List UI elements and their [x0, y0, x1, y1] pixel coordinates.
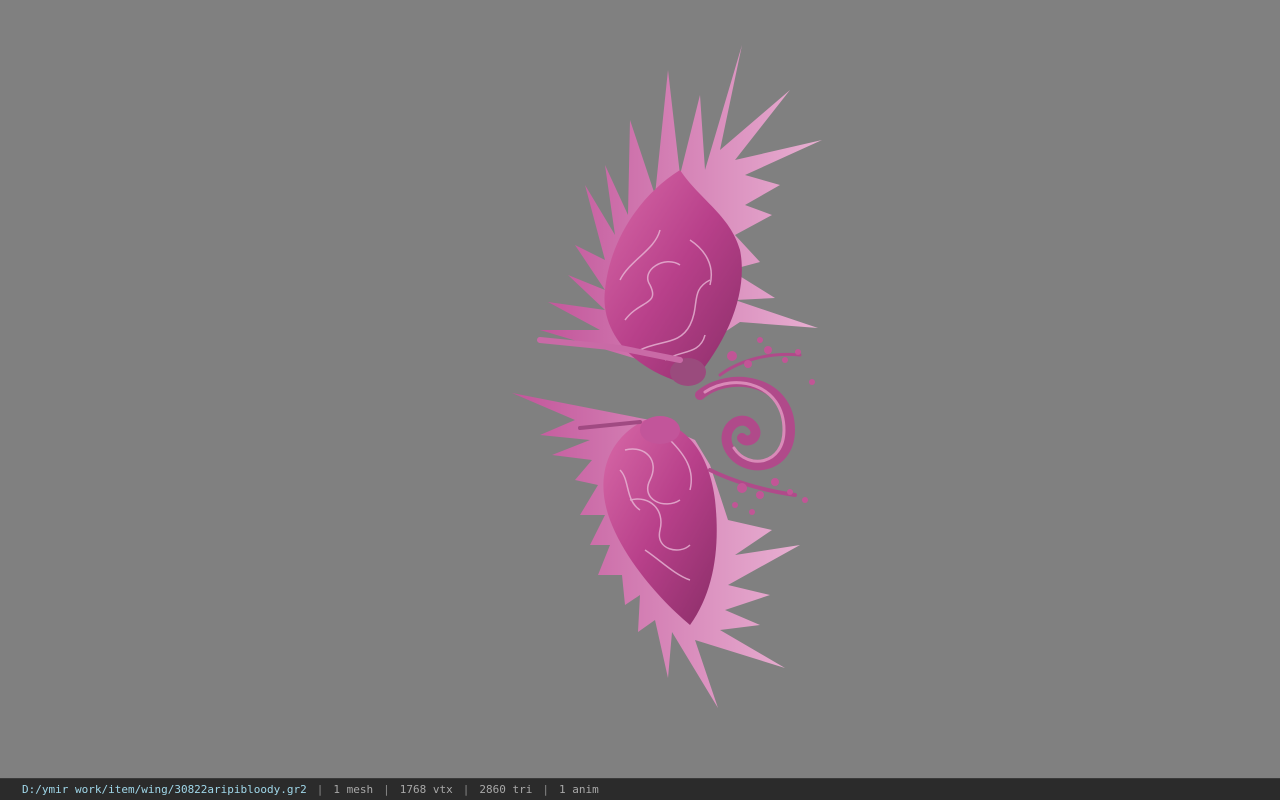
upper-wing — [537, 45, 822, 386]
separator: | — [383, 783, 390, 796]
triangle-count-label: 2860 tri — [479, 783, 533, 796]
mesh-count-label: 1 mesh — [333, 783, 374, 796]
separator: | — [462, 783, 470, 796]
spiral-vine — [695, 352, 802, 497]
status-bar: D:/ymir work/item/wing/30822aripibloody.… — [0, 778, 1280, 800]
wing-model-render — [512, 45, 822, 708]
separator: | — [316, 783, 324, 796]
vertex-count-label: 1768 vtx — [399, 783, 453, 796]
file-path-label: D:/ymir work/item/wing/30822aripibloody.… — [22, 783, 307, 796]
anim-count-label: 1 anim — [559, 783, 599, 796]
separator: | — [542, 783, 549, 796]
3d-viewport[interactable] — [0, 0, 1280, 778]
